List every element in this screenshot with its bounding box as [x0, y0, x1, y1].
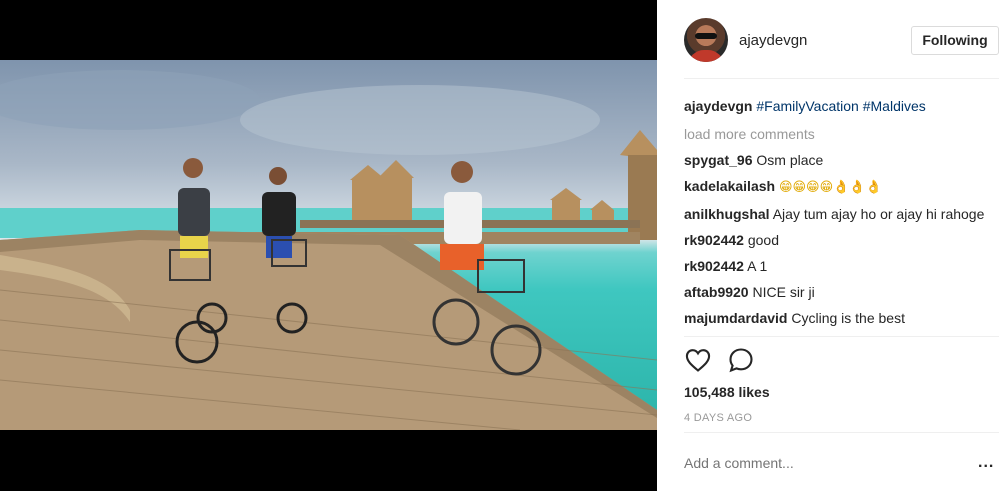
post-actions [684, 346, 804, 374]
hashtag-link[interactable]: #FamilyVacation [756, 98, 858, 114]
post-photo[interactable] [0, 60, 657, 430]
more-options-icon[interactable]: ... [978, 454, 994, 472]
comment-item: spygat_96 Osm place [684, 150, 1000, 170]
comment-item: majumdardavid Cycling is the best [684, 308, 1000, 328]
speech-bubble-icon[interactable] [727, 346, 755, 374]
avatar[interactable] [684, 18, 728, 62]
comment-text: 😁😁😁😁👌👌👌 [778, 180, 882, 195]
load-more-comments-link[interactable]: load more comments [684, 124, 1000, 144]
hashtag-link[interactable]: #Maldives [863, 98, 926, 114]
comment-text: good [747, 232, 779, 248]
comment-username[interactable]: majumdardavid [684, 310, 787, 326]
comment-item: rk902442 good [684, 230, 1000, 250]
comment-text: NICE sir ji [752, 284, 815, 300]
comment-username[interactable]: spygat_96 [684, 152, 752, 168]
comment-username[interactable]: rk902442 [684, 232, 744, 248]
post-username[interactable]: ajaydevgn [739, 32, 807, 49]
comments-list[interactable]: ajaydevgn #FamilyVacation #Maldives load… [684, 96, 1000, 334]
post-header: ajaydevgn Following [657, 0, 1008, 78]
comment-item: aftab9920 NICE sir ji [684, 282, 1000, 302]
post-timestamp[interactable]: 4 DAYS AGO [684, 412, 752, 424]
avatar-shirt [688, 50, 724, 62]
comments-divider [684, 336, 999, 337]
comment-item: rk902442 A 1 [684, 256, 1000, 276]
comment-username[interactable]: kadelakailash [684, 178, 775, 194]
comment-username[interactable]: anilkhugshal [684, 206, 770, 222]
post-side-panel: ajaydevgn Following ajaydevgn #FamilyVac… [657, 0, 1008, 491]
avatar-glasses [695, 33, 717, 39]
following-button[interactable]: Following [911, 26, 999, 55]
comment-item: kadelakailash 😁😁😁😁👌👌👌 [684, 176, 1000, 198]
header-divider [684, 78, 999, 79]
comment-text: Cycling is the best [791, 310, 905, 326]
comment-text: A 1 [747, 258, 768, 274]
likes-count[interactable]: 105,488 likes [684, 384, 770, 400]
comment-text: Ajay tum ajay ho or ajay hi rahoge [772, 206, 985, 222]
comment-username[interactable]: aftab9920 [684, 284, 749, 300]
add-comment-input[interactable] [684, 455, 944, 471]
post-media-area [0, 0, 657, 491]
footer-divider [684, 432, 999, 433]
heart-icon[interactable] [684, 346, 712, 374]
comment-username[interactable]: rk902442 [684, 258, 744, 274]
post-caption: ajaydevgn #FamilyVacation #Maldives [684, 96, 1000, 116]
comment-text: Osm place [756, 152, 824, 168]
caption-username[interactable]: ajaydevgn [684, 98, 752, 114]
comment-item: anilkhugshal Ajay tum ajay ho or ajay hi… [684, 204, 1000, 224]
photo-scene [0, 70, 657, 430]
